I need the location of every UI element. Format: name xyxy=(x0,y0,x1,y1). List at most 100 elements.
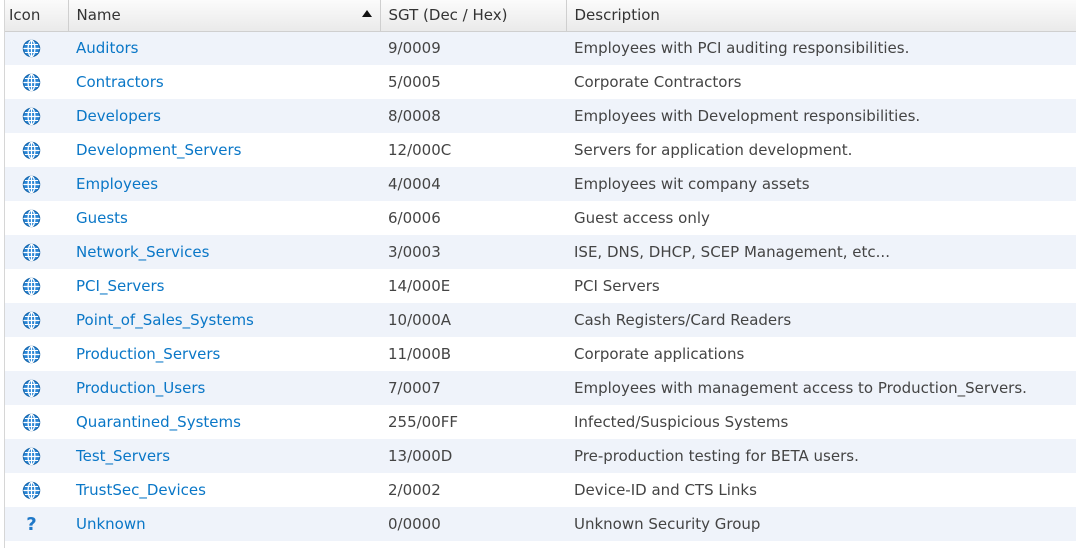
globe-icon xyxy=(22,379,41,398)
name-cell: TrustSec_Devices xyxy=(68,473,380,507)
security-group-name-link[interactable]: Production_Users xyxy=(76,379,205,397)
name-cell: Auditors xyxy=(68,31,380,65)
security-group-name-link[interactable]: Production_Servers xyxy=(76,345,220,363)
icon-cell xyxy=(5,405,68,439)
table-row[interactable]: ? Unknown 0/0000 Unknown Security Group xyxy=(5,507,1076,541)
sgt-value: 13/000D xyxy=(388,447,453,465)
table-row[interactable]: Developers 8/0008 Employees with Developme… xyxy=(5,99,1076,133)
table-row[interactable]: Auditors 9/0009 Employees with PCI auditin… xyxy=(5,31,1076,65)
globe-icon xyxy=(22,107,41,126)
table-body: Auditors 9/0009 Employees with PCI auditin… xyxy=(5,31,1076,541)
sgt-value: 2/0002 xyxy=(388,481,441,499)
table-row[interactable]: Development_Servers 12/000C Servers for ap… xyxy=(5,133,1076,167)
security-group-name-link[interactable]: Test_Servers xyxy=(76,447,170,465)
table-row[interactable]: Guests 6/0006 Guest access only xyxy=(5,201,1076,235)
table-row[interactable]: TrustSec_Devices 2/0002 Device-ID and CTS … xyxy=(5,473,1076,507)
security-group-name-link[interactable]: Contractors xyxy=(76,73,164,91)
security-group-name-link[interactable]: PCI_Servers xyxy=(76,277,164,295)
table-row[interactable]: Test_Servers 13/000D Pre-production testin… xyxy=(5,439,1076,473)
name-cell: PCI_Servers xyxy=(68,269,380,303)
column-header-sgt[interactable]: SGT (Dec / Hex) xyxy=(380,0,567,32)
description-value: Servers for application development. xyxy=(574,141,853,159)
sgt-value: 14/000E xyxy=(388,277,451,295)
sgt-value: 10/000A xyxy=(388,311,452,329)
globe-icon xyxy=(22,209,41,228)
security-group-name-link[interactable]: Developers xyxy=(76,107,161,125)
table-row[interactable]: Network_Services 3/0003 ISE, DNS, DHCP, SC… xyxy=(5,235,1076,269)
globe-icon xyxy=(22,73,41,92)
security-group-name-link[interactable]: TrustSec_Devices xyxy=(76,481,206,499)
description-value: ISE, DNS, DHCP, SCEP Management, etc... xyxy=(574,243,890,261)
name-cell: Quarantined_Systems xyxy=(68,405,380,439)
description-value: Employees wit company assets xyxy=(574,175,810,193)
globe-icon xyxy=(22,447,41,466)
security-group-name-link[interactable]: Auditors xyxy=(76,39,139,57)
column-header-description[interactable]: Description xyxy=(566,0,1076,32)
name-cell: Production_Servers xyxy=(68,337,380,371)
sgt-value: 11/000B xyxy=(388,345,452,363)
sgt-value: 7/0007 xyxy=(388,379,441,397)
globe-icon xyxy=(22,277,41,296)
icon-cell xyxy=(5,201,68,235)
globe-icon xyxy=(22,141,41,160)
description-value: Cash Registers/Card Readers xyxy=(574,311,792,329)
description-value: Employees with PCI auditing responsibili… xyxy=(574,39,910,58)
description-value: Pre-production testing for BETA users. xyxy=(574,447,859,465)
sgt-value: 5/0005 xyxy=(388,73,441,91)
icon-cell xyxy=(5,99,68,133)
globe-icon xyxy=(22,243,41,262)
sgt-value: 9/0009 xyxy=(388,39,441,58)
table-row[interactable]: Point_of_Sales_Systems 10/000A Cash Regist… xyxy=(5,303,1076,337)
table-header-row: Icon Name SGT (Dec / Hex) Description xyxy=(5,0,1076,32)
table-row[interactable]: Production_Users 7/0007 Employees with man… xyxy=(5,371,1076,405)
description-value: Corporate applications xyxy=(574,345,745,363)
globe-icon xyxy=(22,39,41,58)
icon-cell xyxy=(5,269,68,303)
table-row[interactable]: Quarantined_Systems 255/00FF Infected/Susp… xyxy=(5,405,1076,439)
security-group-name-link[interactable]: Employees xyxy=(76,175,158,193)
table-row[interactable]: PCI_Servers 14/000E PCI Servers xyxy=(5,269,1076,303)
security-group-name-link[interactable]: Development_Servers xyxy=(76,141,241,159)
icon-cell xyxy=(5,167,68,201)
icon-cell xyxy=(5,133,68,167)
icon-cell xyxy=(5,371,68,405)
globe-icon xyxy=(22,481,41,500)
icon-cell xyxy=(5,439,68,473)
security-group-name-link[interactable]: Guests xyxy=(76,209,128,227)
description-value: Employees with management access to Prod… xyxy=(574,379,1027,397)
name-cell: Employees xyxy=(68,167,380,201)
icon-cell xyxy=(5,31,68,65)
name-cell: Development_Servers xyxy=(68,133,380,167)
name-cell: Unknown xyxy=(68,507,380,541)
name-cell: Guests xyxy=(68,201,380,235)
security-groups-table-container: Icon Name SGT (Dec / Hex) Description Au… xyxy=(4,0,1076,548)
column-header-name[interactable]: Name xyxy=(68,0,381,32)
description-value: Infected/Suspicious Systems xyxy=(574,413,789,431)
table-row[interactable]: Employees 4/0004 Employees wit company ass… xyxy=(5,167,1076,201)
description-value: Employees with Development responsibilit… xyxy=(574,107,921,125)
icon-cell xyxy=(5,235,68,269)
sgt-value: 12/000C xyxy=(388,141,452,159)
globe-icon xyxy=(22,345,41,364)
globe-icon xyxy=(22,175,41,194)
table-row[interactable]: Contractors 5/0005 Corporate Contractors xyxy=(5,65,1076,99)
security-group-name-link[interactable]: Point_of_Sales_Systems xyxy=(76,311,254,329)
sort-ascending-icon[interactable] xyxy=(361,10,372,17)
name-cell: Contractors xyxy=(68,65,380,99)
table-row[interactable]: Production_Servers 11/000B Corporate appli… xyxy=(5,337,1076,371)
security-group-name-link[interactable]: Quarantined_Systems xyxy=(76,413,241,431)
sgt-value: 255/00FF xyxy=(388,413,459,431)
security-groups-table: Icon Name SGT (Dec / Hex) Description Au… xyxy=(5,0,1076,541)
icon-cell xyxy=(5,303,68,337)
name-cell: Production_Users xyxy=(68,371,380,405)
sgt-value: 0/0000 xyxy=(388,515,441,533)
icon-cell xyxy=(5,473,68,507)
security-group-name-link[interactable]: Unknown xyxy=(76,515,146,533)
question-mark-icon: ? xyxy=(26,513,37,535)
name-cell: Network_Services xyxy=(68,235,380,269)
security-group-name-link[interactable]: Network_Services xyxy=(76,243,209,261)
description-value: Guest access only xyxy=(574,209,710,227)
globe-icon xyxy=(22,311,41,330)
column-header-icon[interactable]: Icon xyxy=(5,0,69,32)
description-value: Corporate Contractors xyxy=(574,73,742,91)
